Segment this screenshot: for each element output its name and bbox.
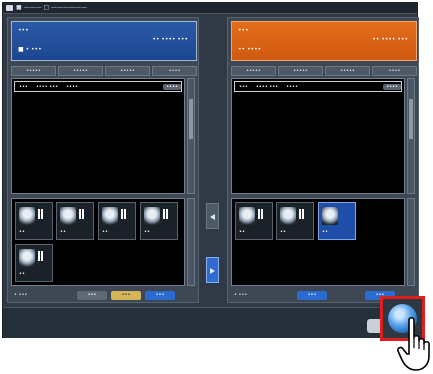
right-thumbnail-1[interactable]: ••: [235, 202, 273, 240]
right-tab-1[interactable]: •••••: [231, 66, 276, 76]
xray-thumbnail-image: [19, 207, 35, 225]
left-footer-button-3[interactable]: •••: [145, 291, 175, 300]
left-patient-name: ■ • •••: [18, 46, 42, 53]
left-tab-1[interactable]: •••••: [11, 66, 56, 76]
left-footer-button-1[interactable]: •••: [77, 291, 107, 300]
right-image-infobar: ••• •••• ••• •••• ••••: [234, 81, 402, 92]
left-thumb-caption-4: ••: [144, 229, 150, 235]
app-logo-icon: [6, 5, 13, 11]
pause-marker-icon: [299, 209, 304, 219]
left-edit-button[interactable]: ••••: [163, 83, 181, 90]
xray-thumbnail-image: [102, 207, 118, 225]
right-thumbnail-2[interactable]: ••: [276, 202, 314, 240]
right-tab-bar: ••••• ••••• ••••• ••••: [231, 66, 417, 76]
left-thumbnail-1[interactable]: ••: [15, 202, 53, 240]
left-tab-4[interactable]: ••••: [152, 66, 197, 76]
left-footer: • ••• ••• ••• •••: [11, 290, 197, 302]
right-viewer-scroll-thumb[interactable]: [409, 99, 413, 139]
move-left-button[interactable]: [206, 203, 219, 229]
left-thumbnail-5[interactable]: ••: [15, 244, 53, 282]
xray-thumbnail-image: [239, 207, 255, 225]
left-tab-2[interactable]: •••••: [58, 66, 103, 76]
left-viewer-scrollbar[interactable]: [187, 78, 195, 194]
right-image-count: • •••: [234, 292, 248, 298]
right-patient-header[interactable]: ••• •• •••• •• •••• •••: [231, 21, 417, 61]
left-footer-button-2[interactable]: •••: [111, 291, 141, 300]
pause-marker-icon: [121, 209, 126, 219]
right-edit-button[interactable]: ••••: [383, 83, 401, 90]
right-tab-2[interactable]: •••••: [278, 66, 323, 76]
right-study-panel: ••• •• •••• •• •••• ••• ••••• ••••• ••••…: [227, 17, 419, 303]
pause-marker-icon: [38, 209, 43, 219]
transfer-controls: [203, 17, 223, 303]
right-study-date: •• •••• •••: [372, 36, 408, 43]
xray-thumbnail-image: [60, 207, 76, 225]
right-viewer-scrollbar[interactable]: [407, 78, 415, 194]
left-image-infobar: ••• •••• ••• •••• ••••: [14, 81, 182, 92]
right-info-3: ••••: [286, 83, 298, 90]
pause-marker-icon: [38, 251, 43, 261]
left-thumb-caption-5: ••: [19, 271, 25, 277]
xray-thumbnail-image: [19, 249, 35, 267]
move-right-button[interactable]: [206, 257, 219, 283]
left-image-count: • •••: [14, 292, 28, 298]
xray-thumbnail-image: [144, 207, 160, 225]
left-patient-header[interactable]: ••• ■ • ••• •• •••• •••: [11, 21, 197, 61]
left-thumbnail-4[interactable]: ••: [140, 202, 178, 240]
left-study-date: •• •••• •••: [152, 36, 188, 43]
right-thumb-caption-1: ••: [239, 229, 245, 235]
left-gallery-scrollbar[interactable]: [187, 198, 195, 286]
right-footer-button-1[interactable]: •••: [297, 291, 327, 300]
pause-marker-icon: [163, 209, 168, 219]
right-tab-3[interactable]: •••••: [325, 66, 370, 76]
pause-marker-icon: [258, 209, 263, 219]
title-bar: ■ ——— □ ——————: [3, 3, 417, 14]
left-thumb-caption-1: ••: [19, 229, 25, 235]
left-header-label: •••: [18, 27, 29, 34]
left-thumb-caption-2: ••: [60, 229, 66, 235]
left-thumb-caption-3: ••: [102, 229, 108, 235]
right-patient-name: •• ••••: [238, 46, 262, 53]
left-info-1: •••: [19, 83, 28, 90]
arrow-left-icon: [210, 214, 215, 220]
right-tab-4[interactable]: ••••: [372, 66, 417, 76]
left-study-panel: ••• ■ • ••• •• •••• ••• ••••• ••••• ••••…: [7, 17, 199, 303]
left-image-viewer[interactable]: ••• •••• ••• •••• ••••: [11, 78, 185, 194]
left-thumbnail-gallery: •• •• •• •• ••: [11, 198, 185, 286]
bottom-action-bar: [3, 307, 417, 338]
app-window: ■ ——— □ —————— ••• ■ • ••• •• •••• ••• •…: [2, 2, 419, 338]
right-info-2: •••• •••: [255, 83, 279, 90]
left-thumbnail-2[interactable]: ••: [56, 202, 94, 240]
xray-thumbnail-image: [280, 207, 296, 225]
right-thumb-caption-2: ••: [280, 229, 286, 235]
hand-pointer-icon: [397, 316, 430, 371]
right-thumbnail-3-selected[interactable]: ••: [318, 202, 356, 240]
left-thumbnail-3[interactable]: ••: [98, 202, 136, 240]
right-thumbnail-gallery: •• •• ••: [231, 198, 405, 286]
right-header-label: •••: [238, 27, 249, 34]
window-title: ■ ——— □ ——————: [16, 4, 88, 11]
left-tab-bar: ••••• ••••• ••••• ••••: [11, 66, 197, 76]
left-info-3: ••••: [66, 83, 78, 90]
arrow-right-icon: [210, 268, 215, 274]
right-thumb-caption-3: ••: [322, 229, 328, 235]
left-viewer-scroll-thumb[interactable]: [189, 99, 193, 139]
left-tab-3[interactable]: •••••: [105, 66, 150, 76]
right-image-viewer[interactable]: ••• •••• ••• •••• ••••: [231, 78, 405, 194]
pause-marker-icon: [79, 209, 84, 219]
left-info-2: •••• •••: [35, 83, 59, 90]
right-info-1: •••: [239, 83, 248, 90]
xray-thumbnail-image: [322, 207, 338, 225]
right-gallery-scrollbar[interactable]: [407, 198, 415, 286]
